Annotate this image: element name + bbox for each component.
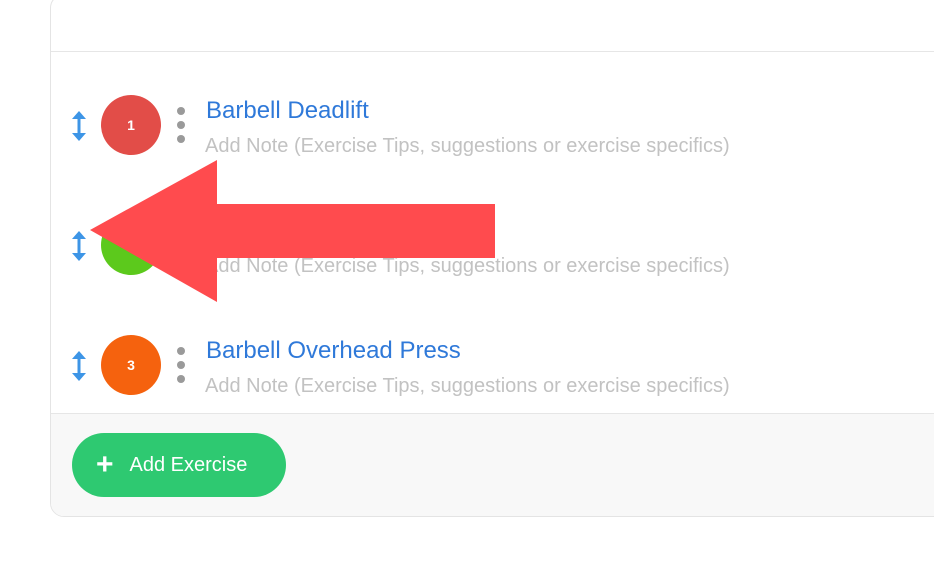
- exercise-number-badge: 1: [101, 95, 161, 155]
- more-options-icon[interactable]: [175, 347, 187, 387]
- more-options-icon[interactable]: [175, 107, 187, 147]
- badge-number: 2: [127, 237, 135, 253]
- add-note-field[interactable]: Add Note (Exercise Tips, suggestions or …: [205, 135, 730, 158]
- add-exercise-button[interactable]: + Add Exercise: [72, 433, 286, 497]
- card-header-area: [51, 0, 934, 52]
- add-exercise-label: Add Exercise: [129, 453, 248, 476]
- exercise-number-badge: 2: [101, 215, 161, 275]
- drag-handle-icon[interactable]: [69, 229, 89, 263]
- drag-handle-icon[interactable]: [69, 349, 89, 383]
- more-options-icon[interactable]: [175, 227, 187, 267]
- plus-icon: +: [96, 448, 114, 481]
- badge-number: 3: [127, 357, 135, 373]
- add-note-field[interactable]: Add Note (Exercise Tips, suggestions or …: [205, 255, 730, 278]
- exercise-number-badge: 3: [101, 335, 161, 395]
- drag-handle-icon[interactable]: [69, 109, 89, 143]
- exercise-row-1: 1 Barbell Deadlift Add Note (Exercise Ti…: [51, 73, 934, 193]
- workout-card: 1 Barbell Deadlift Add Note (Exercise Ti…: [50, 0, 934, 517]
- add-note-field[interactable]: Add Note (Exercise Tips, suggestions or …: [205, 375, 730, 398]
- exercise-name-link[interactable]: Barbell Deadlift: [206, 97, 369, 125]
- badge-number: 1: [127, 117, 135, 133]
- exercise-name-link[interactable]: Barbell Overhead Press: [206, 337, 461, 365]
- exercise-row-2: 2 Add Note (Exercise Tips, suggestions o…: [51, 193, 934, 313]
